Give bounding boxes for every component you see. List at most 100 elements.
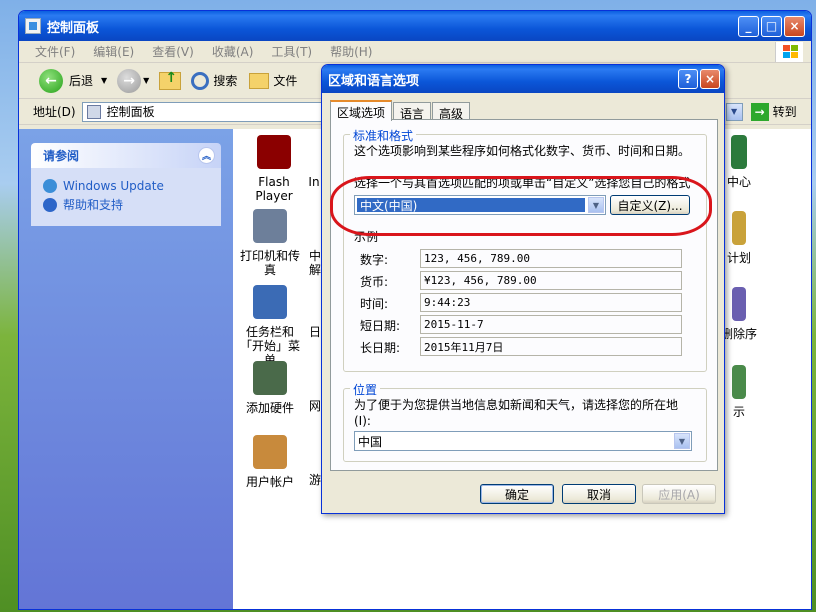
go-button[interactable]: → 转到 [750,102,797,121]
forward-dropdown-icon[interactable]: ▼ [143,76,149,85]
window-title: 控制面板 [47,20,100,36]
watermark-url: jingyan.baidu.com [666,591,768,604]
sample-value-long-date: 2015年11月7日 [420,337,682,356]
apply-button[interactable]: 应用(A) [642,484,716,504]
samples-title: 示例 [354,230,379,244]
control-panel-icon [25,18,41,34]
tab-regional-options[interactable]: 区域选项 [330,100,393,121]
printers-faxes-item[interactable]: 打印机和传真 [235,209,305,277]
menu-tools[interactable]: 工具(T) [271,43,312,60]
menu-help[interactable]: 帮助(H) [330,43,372,60]
display-item[interactable]: 示 [719,365,759,419]
location-description: 为了便于为您提供当地信息如新闻和天气，请选择您的所在地(I): [354,398,679,428]
shield-icon [731,135,747,169]
back-dropdown-icon[interactable]: ▼ [101,76,107,85]
back-button-label[interactable]: 后退 [69,72,93,89]
item-label: 日 [309,325,321,339]
partial-item[interactable]: 网 [309,399,321,413]
dialog-title: 区域和语言选项 [328,73,420,89]
windows-update-label: Windows Update [63,179,164,193]
location-selected-value: 中国 [358,434,383,449]
menubar: 文件(F) 编辑(E) 查看(V) 收藏(A) 工具(T) 帮助(H) [19,41,811,63]
see-also-header[interactable]: 请参阅 ︽ [31,143,221,168]
format-selected-value: 中文(中国) [357,198,585,213]
collapse-chevron-icon[interactable]: ︽ [198,147,215,164]
ok-button[interactable]: 确定 [480,484,554,504]
add-remove-programs-item[interactable]: 删除序 [719,287,759,341]
close-button[interactable]: × [784,15,805,37]
standards-group-title: 标准和格式 [350,127,417,144]
item-label: 示 [732,405,745,419]
item-label: 游 [309,473,321,487]
menu-file[interactable]: 文件(F) [35,43,75,60]
sample-label-number: 数字: [360,253,389,267]
see-also-title: 请参阅 [43,149,80,163]
sample-label-short-date: 短日期: [360,319,401,333]
control-panel-small-icon [86,104,101,119]
location-group: 位置 为了便于为您提供当地信息如新闻和天气，请选择您的所在地(I): 中国 ▼ [343,381,707,462]
user-accounts-item[interactable]: 用户帐户 [235,435,305,489]
windows-update-icon [43,179,57,193]
sample-value-currency: ¥123, 456, 789.00 [420,271,682,290]
security-center-item[interactable]: 中心 [719,135,759,189]
sample-value-time: 9:44:23 [420,293,682,312]
taskbar-icon [253,285,287,319]
item-label: Flash Player [255,175,293,203]
menu-edit[interactable]: 编辑(E) [93,43,134,60]
help-support-label: 帮助和支持 [63,198,124,212]
partial-item[interactable]: 游 [309,473,321,487]
dialog-close-button[interactable]: × [700,69,720,89]
internet-options-item[interactable]: In [307,135,321,189]
window-titlebar[interactable]: 控制面板 _ □ × [19,11,811,41]
dialog-help-button[interactable]: ? [678,69,698,89]
add-hardware-item[interactable]: 添加硬件 [235,361,305,415]
item-label: 中解 [309,249,321,277]
format-select-prompt: 选择一个与其首选项匹配的项或单击“自定义”选择您自己的格式(S): [354,176,691,190]
help-icon [43,197,57,212]
back-arrow-icon[interactable]: ← [39,68,63,93]
flash-icon [257,135,291,169]
location-select[interactable]: 中国 ▼ [354,431,692,451]
item-label: 删除序 [720,327,757,341]
flash-player-item[interactable]: Flash Player [239,135,309,203]
item-label: 中心 [726,175,751,189]
sample-label-time: 时间: [360,297,389,311]
region-language-dialog: 区域和语言选项 ? × 区域选项 语言 高级 标准和格式 这个选项影响到某些程序… [321,64,725,514]
item-label: 计划 [726,251,751,265]
customize-button[interactable]: 自定义(Z)... [610,195,690,215]
scheduled-tasks-item[interactable]: 计划 [719,211,759,265]
standards-description: 这个选项影响到某些程序如何格式化数字、货币、时间和日期。 [354,144,691,158]
forward-arrow-icon[interactable]: → [117,68,142,93]
folders-button-label[interactable]: 文件 [273,72,297,89]
sample-label-currency: 货币: [360,275,389,289]
chevron-down-icon[interactable]: ▼ [674,433,690,449]
taskbar-start-menu-item[interactable]: 任务栏和「开始」菜单 [235,285,305,367]
see-also-panel: Windows Update 帮助和支持 [31,168,221,226]
item-label: 打印机和传真 [239,249,300,277]
help-support-link[interactable]: 帮助和支持 [43,196,209,213]
sample-value-short-date: 2015-11-7 [420,315,682,334]
minimize-button[interactable]: _ [738,15,759,37]
item-label: 添加硬件 [245,401,294,415]
dialog-titlebar[interactable]: 区域和语言选项 ? × [322,65,724,93]
go-label: 转到 [772,105,797,119]
programs-icon [732,287,746,321]
sample-label-long-date: 长日期: [360,341,401,355]
menu-view[interactable]: 查看(V) [152,43,194,60]
chevron-down-icon[interactable]: ▼ [588,197,604,213]
folder-up-icon[interactable] [159,70,182,90]
format-select[interactable]: 中文(中国) ▼ [354,195,606,215]
cancel-button[interactable]: 取消 [562,484,636,504]
menu-favorites[interactable]: 收藏(A) [212,43,254,60]
partial-item[interactable]: 中解 [309,249,321,277]
windows-update-link[interactable]: Windows Update [43,179,209,193]
sample-value-number: 123, 456, 789.00 [420,249,682,268]
task-pane: 请参阅 ︽ Windows Update 帮助和支持 [19,129,233,609]
printer-icon [253,209,287,243]
folders-icon[interactable] [249,72,270,89]
maximize-button[interactable]: □ [761,15,782,37]
address-dropdown-icon[interactable]: ▼ [725,102,743,121]
search-button-label[interactable]: 搜索 [213,72,237,89]
search-icon[interactable] [191,71,210,90]
partial-item[interactable]: 日 [309,325,321,339]
